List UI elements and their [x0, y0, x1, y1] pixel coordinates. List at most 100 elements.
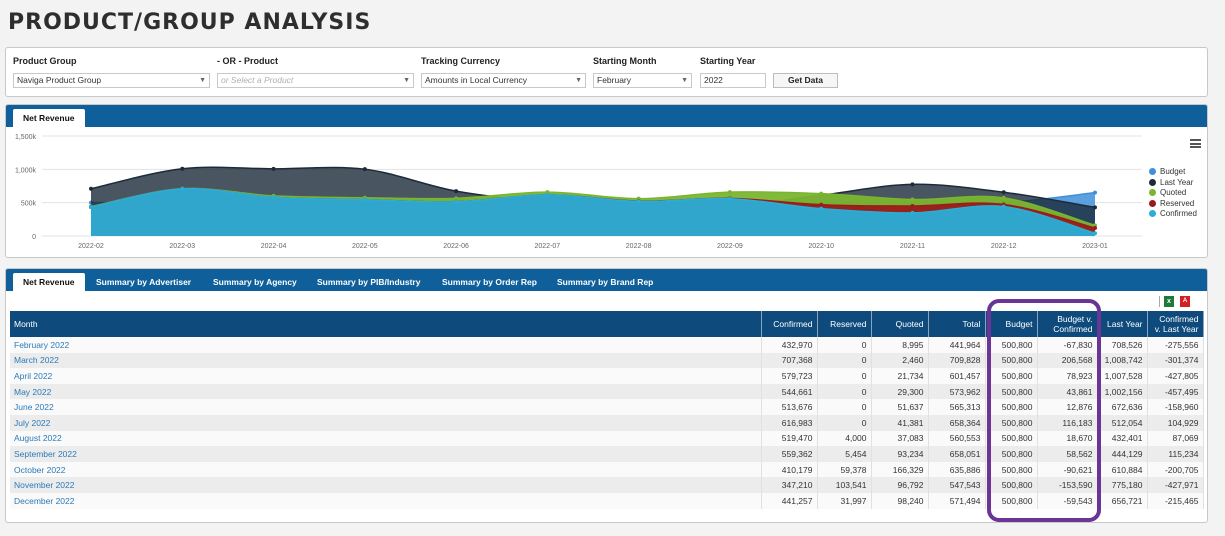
table-cell: 0 — [817, 414, 872, 431]
legend-item-quoted[interactable]: Quoted — [1149, 188, 1197, 199]
year-filter: Starting Year 2022 — [700, 56, 766, 88]
month-link[interactable]: March 2022 — [10, 352, 762, 369]
year-value: 2022 — [704, 75, 723, 85]
point-confirmed — [1001, 204, 1006, 209]
excel-icon[interactable]: x — [1164, 296, 1174, 307]
table-row: December 2022 441,257 31,997 98,240 571,494 5… — [10, 492, 1204, 509]
tab-net-revenue-chart[interactable]: Net Revenue — [13, 109, 85, 127]
table-cell: -275,556 — [1147, 337, 1204, 353]
legend-marker — [1149, 168, 1156, 175]
x-tick-label: 2022-07 — [535, 243, 561, 250]
table-cell: 5,454 — [817, 446, 872, 462]
month-link[interactable]: October 2022 — [10, 461, 762, 478]
table-cell: 616,983 — [761, 414, 818, 431]
table-cell: 1,008,742 — [1097, 352, 1148, 369]
point-confirmed — [1093, 231, 1097, 236]
chevron-down-icon: ▼ — [575, 77, 582, 84]
point-confirmed — [180, 186, 185, 191]
column-header-confirmed-v-last-year[interactable]: Confirmed v. Last Year — [1147, 311, 1204, 337]
month-link[interactable]: November 2022 — [10, 477, 762, 493]
table-cell: 59,378 — [817, 461, 872, 478]
tab-summary-by-order-rep[interactable]: Summary by Order Rep — [432, 273, 547, 291]
product-label: - OR - Product — [217, 56, 278, 66]
tab-summary-by-advertiser[interactable]: Summary by Advertiser — [86, 273, 201, 291]
table-cell: 444,129 — [1097, 446, 1148, 462]
column-header-month[interactable]: Month — [10, 311, 762, 337]
column-header-quoted[interactable]: Quoted — [871, 311, 929, 337]
x-tick-label: 2022-03 — [169, 243, 195, 250]
table-cell: 29,300 — [871, 383, 929, 400]
table-cell: 500,800 — [985, 368, 1038, 384]
table-cell: 43,861 — [1037, 383, 1098, 400]
table-panel: Net Revenue Summary by Advertiser Summary … — [5, 268, 1208, 523]
table-cell: 601,457 — [928, 368, 986, 384]
year-input[interactable]: 2022 — [700, 73, 766, 88]
table-cell: 775,180 — [1097, 477, 1148, 493]
table-row: June 2022 513,676 0 51,637 565,313 500,800 12,… — [10, 399, 1204, 415]
table-cell: 4,000 — [817, 430, 872, 447]
pdf-icon[interactable]: A — [1180, 296, 1190, 307]
column-header-last-year[interactable]: Last Year — [1097, 311, 1148, 337]
column-header-reserved[interactable]: Reserved — [817, 311, 872, 337]
currency-select[interactable]: Amounts in Local Currency ▼ — [421, 73, 586, 88]
table-cell: 87,069 — [1147, 430, 1204, 447]
point-quoted — [727, 190, 732, 195]
currency-value: Amounts in Local Currency — [425, 75, 528, 85]
table-cell: 8,995 — [871, 337, 929, 353]
point-last-year — [362, 167, 367, 172]
legend-item-reserved[interactable]: Reserved — [1149, 199, 1197, 210]
tab-net-revenue[interactable]: Net Revenue — [13, 273, 85, 291]
product-group-label: Product Group — [13, 56, 77, 66]
legend-item-last-year[interactable]: Last Year — [1149, 178, 1197, 189]
point-last-year — [1093, 205, 1097, 210]
revenue-table: Month Confirmed Reserved Quoted Total Budget B… — [10, 311, 1204, 509]
column-header-budget[interactable]: Budget — [985, 311, 1038, 337]
hamburger-menu-icon[interactable] — [1190, 139, 1201, 148]
x-tick-label: 2022-09 — [717, 243, 743, 250]
month-link[interactable]: April 2022 — [10, 368, 762, 384]
month-link[interactable]: June 2022 — [10, 399, 762, 415]
legend-item-budget[interactable]: Budget — [1149, 167, 1197, 178]
product-group-select[interactable]: Naviga Product Group ▼ — [13, 73, 210, 88]
table-cell: 512,054 — [1097, 414, 1148, 431]
point-last-year — [89, 186, 93, 191]
legend-item-confirmed[interactable]: Confirmed — [1149, 209, 1197, 220]
month-link[interactable]: May 2022 — [10, 383, 762, 400]
table-cell: 707,368 — [761, 352, 818, 369]
table-cell: 565,313 — [928, 399, 986, 415]
month-link[interactable]: July 2022 — [10, 414, 762, 431]
get-data-button[interactable]: Get Data — [773, 73, 838, 88]
table-cell: 0 — [817, 368, 872, 384]
chevron-down-icon: ▼ — [681, 77, 688, 84]
month-select[interactable]: February ▼ — [593, 73, 692, 88]
column-header-total[interactable]: Total — [928, 311, 986, 337]
month-link[interactable]: December 2022 — [10, 492, 762, 509]
x-tick-label: 2022-06 — [443, 243, 469, 250]
table-cell: 0 — [817, 337, 872, 353]
month-link[interactable]: September 2022 — [10, 446, 762, 462]
table-row: March 2022 707,368 0 2,460 709,828 500,800 206… — [10, 352, 1204, 369]
table-cell: -457,495 — [1147, 383, 1204, 400]
column-header-confirmed[interactable]: Confirmed — [761, 311, 818, 337]
table-cell: -301,374 — [1147, 352, 1204, 369]
table-cell: -200,705 — [1147, 461, 1204, 478]
chevron-down-icon: ▼ — [403, 77, 410, 84]
tab-summary-by-agency[interactable]: Summary by Agency — [203, 273, 307, 291]
table-cell: 347,210 — [761, 477, 818, 493]
point-confirmed — [362, 197, 367, 202]
table-cell: 96,792 — [871, 477, 929, 493]
table-row: August 2022 519,470 4,000 37,083 560,553 500,… — [10, 430, 1204, 447]
product-select[interactable]: or Select a Product ▼ — [217, 73, 414, 88]
point-last-year — [180, 166, 185, 171]
table-cell: 547,543 — [928, 477, 986, 493]
tab-summary-by-brand-rep[interactable]: Summary by Brand Rep — [547, 273, 663, 291]
table-cell: 560,553 — [928, 430, 986, 447]
table-header-row: Month Confirmed Reserved Quoted Total Budget B… — [10, 311, 1204, 337]
month-link[interactable]: August 2022 — [10, 430, 762, 447]
table-cell: 441,964 — [928, 337, 986, 353]
column-header-budget-v-confirmed[interactable]: Budget v. Confirmed — [1037, 311, 1098, 337]
month-link[interactable]: February 2022 — [10, 337, 762, 353]
tab-summary-by-pib-industry[interactable]: Summary by PIB/Industry — [307, 273, 430, 291]
point-confirmed — [271, 195, 276, 200]
x-tick-label: 2022-05 — [352, 243, 378, 250]
